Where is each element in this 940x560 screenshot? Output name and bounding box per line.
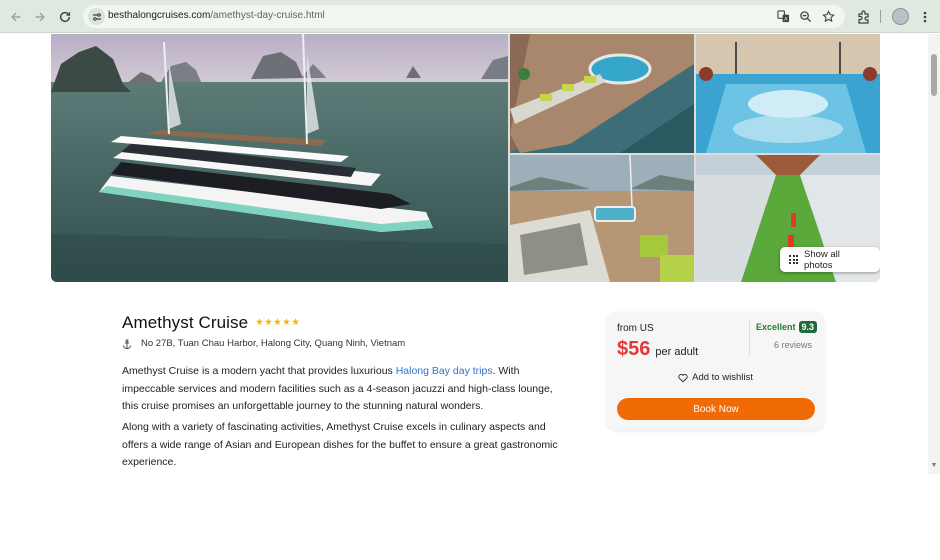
url-text: besthalongcruises.com/amethyst-day-cruis… — [108, 10, 325, 21]
add-to-wishlist-button[interactable]: Add to wishlist — [607, 372, 824, 383]
reload-icon[interactable] — [55, 7, 75, 27]
deck-pool-photo[interactable] — [510, 34, 694, 153]
address-text: No 27B, Tuan Chau Harbor, Halong City, Q… — [141, 338, 406, 349]
back-icon[interactable] — [6, 7, 26, 27]
title-row: Amethyst Cruise ★★★★★ — [122, 313, 300, 333]
anchor-icon — [122, 338, 132, 349]
forward-icon[interactable] — [30, 7, 50, 27]
photo-gallery: Show all photos — [51, 34, 880, 282]
grid-icon — [789, 255, 798, 264]
page-title: Amethyst Cruise — [122, 313, 249, 332]
scroll-down-arrow-icon[interactable]: ▼ — [930, 462, 938, 470]
card-divider — [749, 320, 750, 356]
menu-icon[interactable] — [916, 8, 933, 25]
browser-toolbar: besthalongcruises.com/amethyst-day-cruis… — [0, 0, 940, 33]
site-info-icon[interactable] — [88, 8, 105, 25]
scrollbar-thumb[interactable] — [931, 54, 937, 96]
description-paragraph-2: Along with a variety of fascinating acti… — [122, 421, 558, 468]
lounge-deck-photo[interactable] — [510, 155, 694, 282]
show-all-photos-button[interactable]: Show all photos — [780, 247, 880, 272]
page-scrollbar[interactable] — [928, 34, 940, 474]
review-rating: Excellent 9.3 — [756, 321, 818, 333]
wishlist-label: Add to wishlist — [692, 372, 753, 383]
price-value: $56 — [617, 338, 651, 360]
jacuzzi-photo[interactable] — [696, 34, 880, 153]
price-from-label: from US — [617, 323, 654, 334]
address-row: No 27B, Tuan Chau Harbor, Halong City, Q… — [122, 338, 405, 349]
heart-icon — [678, 373, 688, 382]
extensions-icon[interactable] — [855, 8, 872, 25]
reviews-count[interactable]: 6 reviews — [774, 340, 812, 350]
rating-word: Excellent — [756, 322, 796, 332]
price-row: $56 per adult — [617, 338, 698, 361]
profile-avatar[interactable] — [892, 8, 909, 25]
bookmark-star-icon[interactable] — [821, 9, 836, 24]
book-now-button[interactable]: Book Now — [617, 398, 815, 420]
toolbar-separator — [880, 10, 881, 23]
star-rating: ★★★★★ — [255, 316, 301, 328]
booking-card: from US $56 per adult Excellent 9.3 6 re… — [607, 312, 824, 430]
main-cruise-photo[interactable] — [51, 34, 508, 282]
rating-score-badge: 9.3 — [798, 321, 818, 333]
description-paragraph-1: Amethyst Cruise is a modern yacht that p… — [122, 365, 553, 412]
address-bar[interactable]: besthalongcruises.com/amethyst-day-cruis… — [83, 5, 845, 28]
price-unit: per adult — [655, 346, 699, 358]
halong-bay-day-trips-link[interactable]: Halong Bay day trips — [396, 365, 493, 377]
show-all-label: Show all photos — [804, 248, 840, 271]
zoom-icon[interactable] — [798, 9, 813, 24]
translate-icon[interactable]: A — [776, 9, 791, 24]
